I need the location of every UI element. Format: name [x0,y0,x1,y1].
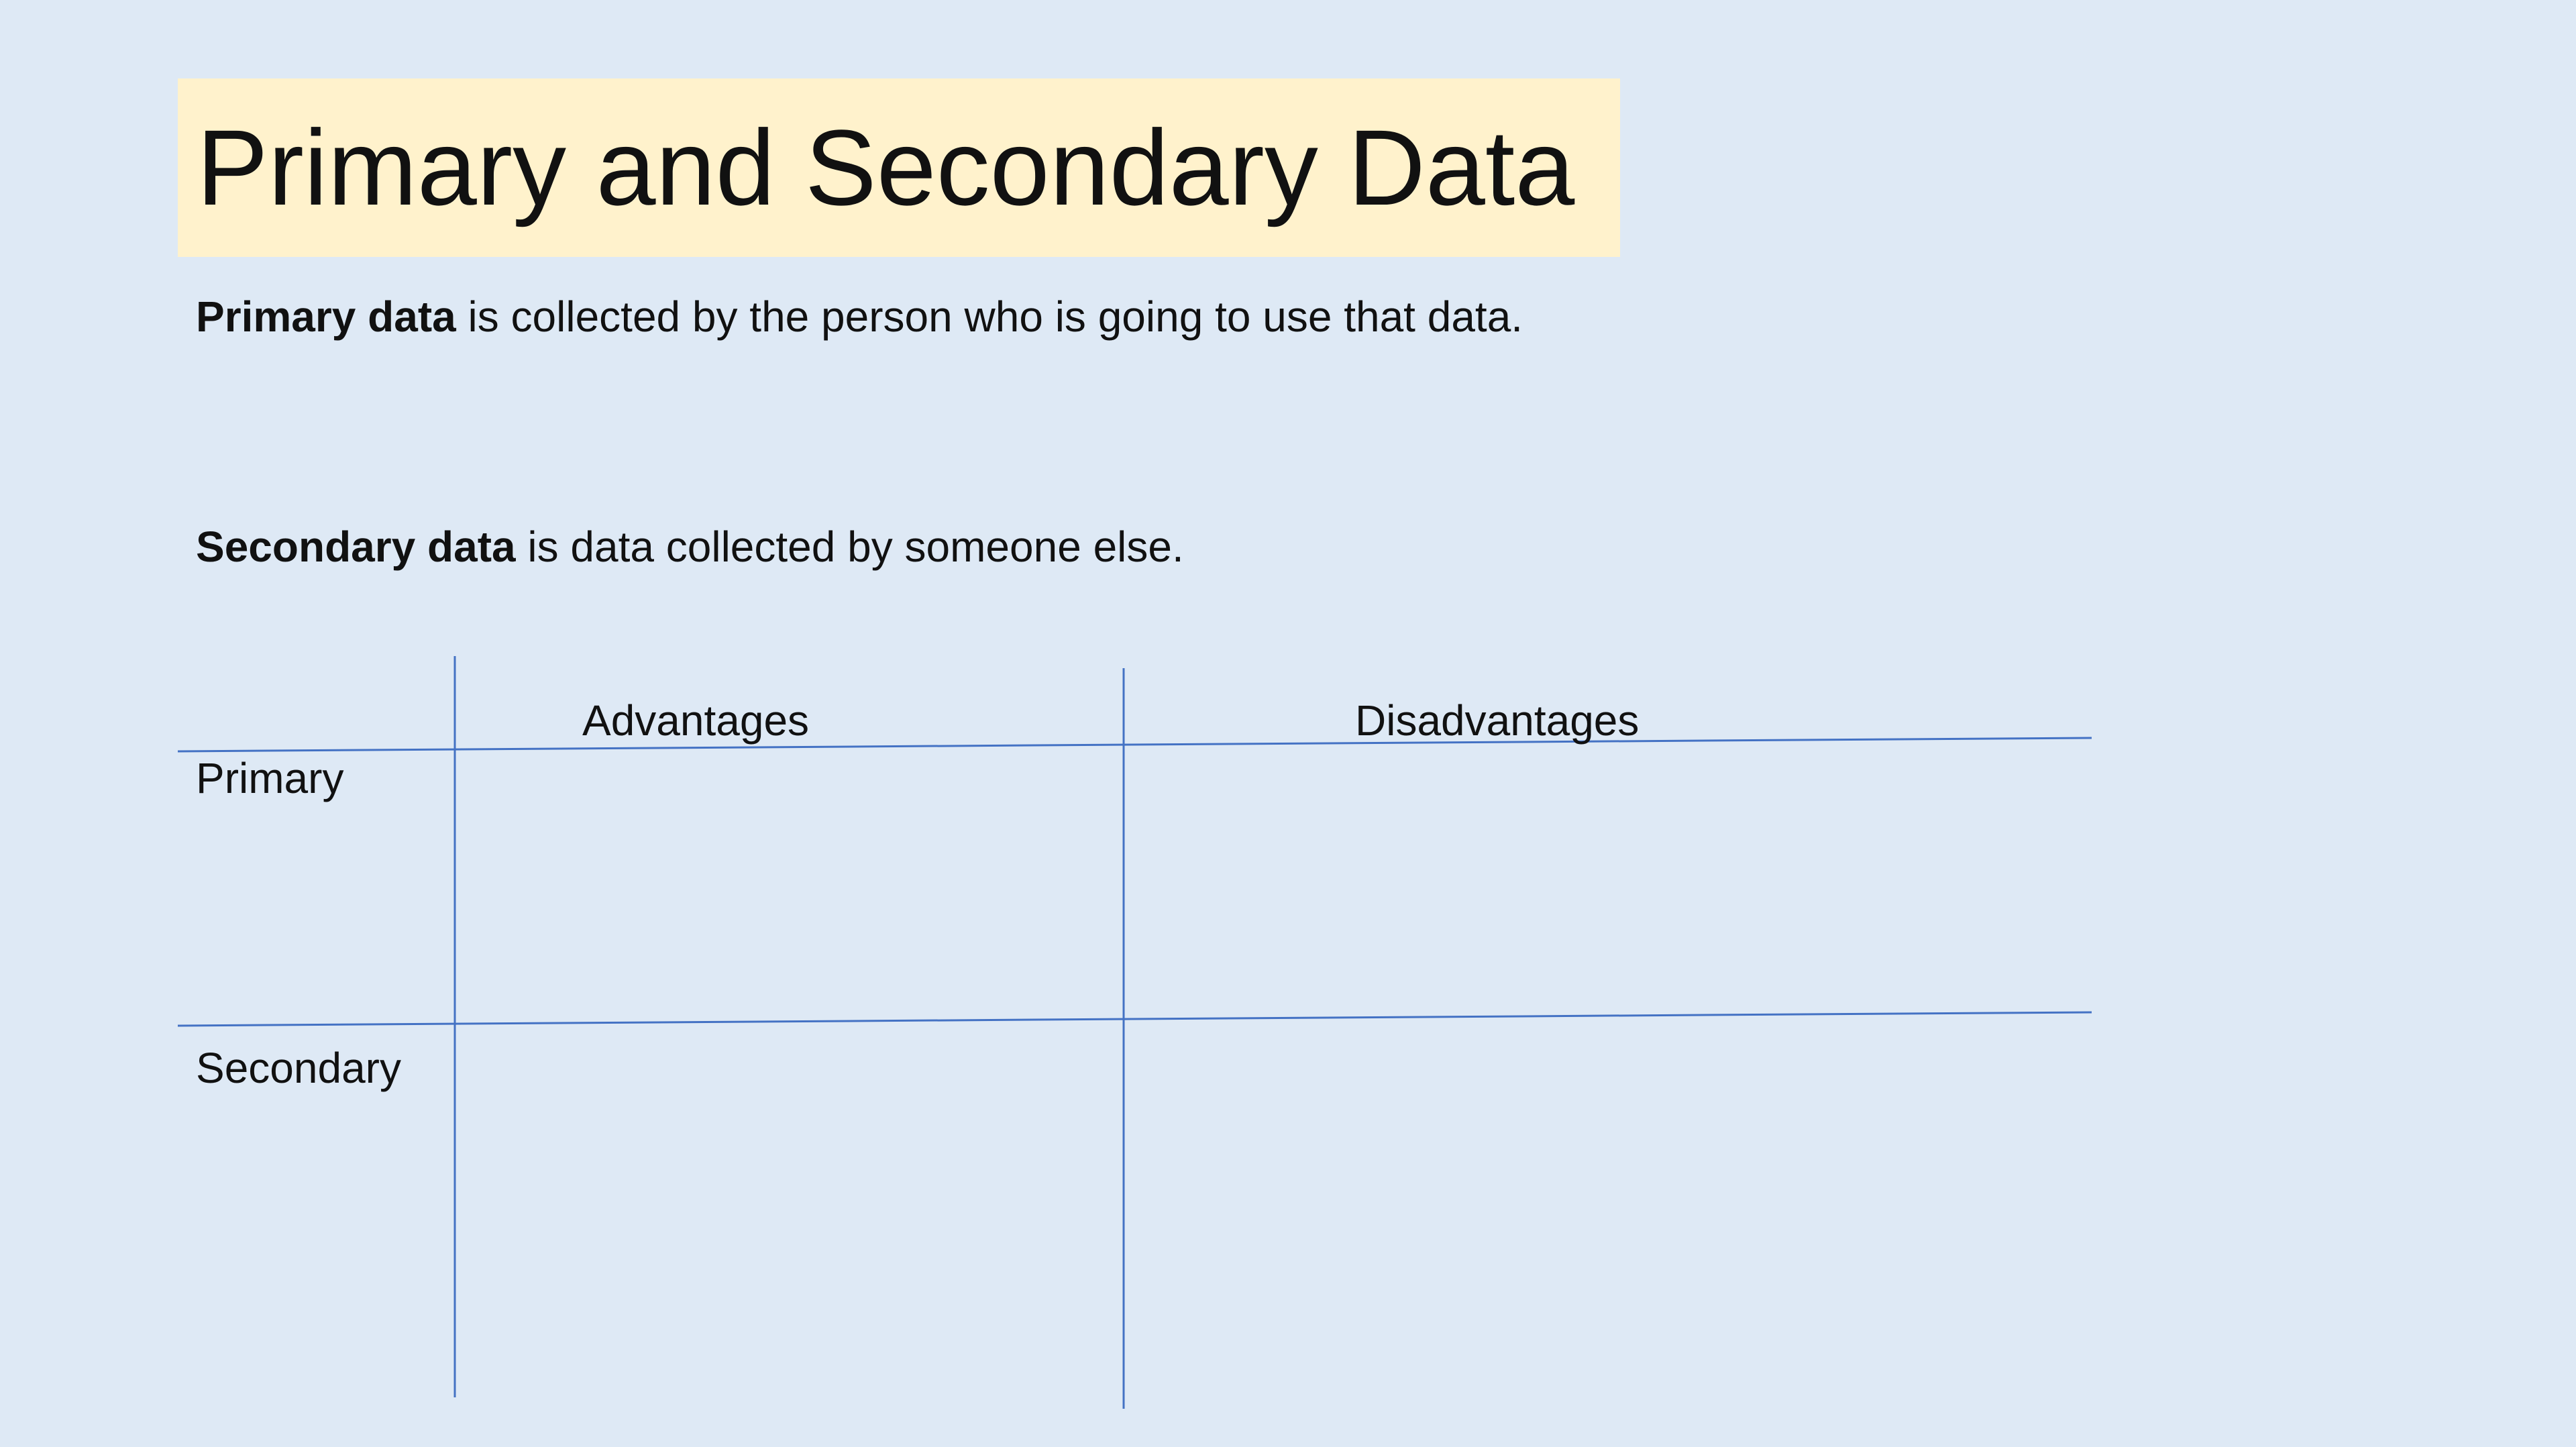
row-header-primary: Primary [196,754,344,802]
grid-line-horizontal-bottom [177,1011,2092,1027]
row-header-secondary: Secondary [196,1044,401,1092]
column-header-advantages: Advantages [582,696,810,745]
comparison-table-grid [177,656,2092,1409]
column-header-disadvantages: Disadvantages [1355,696,1640,745]
grid-line-horizontal-top [177,737,2092,753]
slide: Primary and Secondary Data Primary data … [0,0,2576,1447]
